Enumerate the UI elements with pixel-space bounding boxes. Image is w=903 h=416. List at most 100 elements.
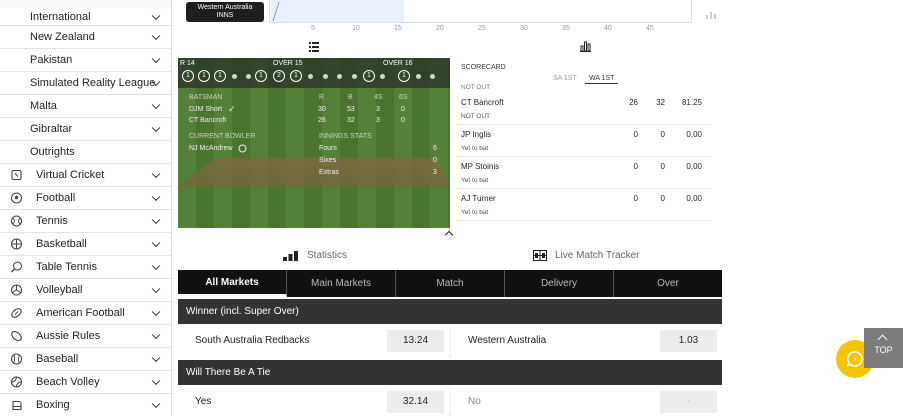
sidebar-item-label: Aussie Rules (36, 330, 101, 342)
live-match-tracker-link[interactable]: Live Match Tracker (533, 250, 639, 261)
innings-label: INNS (216, 12, 234, 19)
market-row-winner: South Australia Redbacks 13.24 Western A… (178, 325, 722, 357)
worm-tick: 20 (436, 25, 444, 32)
player-balls: 0 (660, 162, 665, 171)
baseball-icon (10, 353, 23, 365)
sidebar-item-table-tennis[interactable]: Table Tennis (0, 256, 171, 279)
innings-stat-label: Sixes (319, 157, 337, 164)
sidebar-item-american-football[interactable]: American Football (0, 302, 171, 325)
player-strike-rate: 0.00 (686, 130, 702, 139)
chevron-down-icon (151, 31, 161, 41)
page: International New Zealand Pakistan Simul… (0, 0, 903, 416)
tab-delivery[interactable]: Delivery (505, 270, 614, 297)
selection-yes[interactable]: Yes 32.14 (178, 386, 449, 416)
selection-south-australia[interactable]: South Australia Redbacks 13.24 (178, 325, 449, 357)
selection-western-australia[interactable]: Western Australia 1.03 (451, 325, 722, 357)
sidebar-item-football[interactable]: Football (0, 187, 171, 210)
worm-tick: 10 (352, 25, 360, 32)
dot-ball-marker (323, 74, 328, 79)
player-balls: 32 (656, 98, 665, 107)
batsman-name: DJM Short (189, 106, 223, 113)
tennis-icon (10, 215, 23, 227)
sidebar-item-tennis[interactable]: Tennis (0, 210, 171, 233)
chevron-down-icon (151, 261, 161, 271)
selection-no[interactable]: No - (451, 386, 722, 416)
sidebar-item-label: Outrights (30, 146, 75, 158)
innings-stat-value: 6 (433, 145, 437, 152)
chevron-down-icon (151, 100, 161, 110)
innings-stat-label: Fours (319, 145, 337, 152)
beach-volley-icon (10, 376, 23, 388)
sidebar-item-label: International (30, 10, 91, 23)
chat-bubble-icon (846, 351, 863, 367)
tab-sa-1st[interactable]: SA 1ST (553, 75, 577, 82)
chevron-down-icon (151, 399, 161, 409)
sidebar-item-aussie-rules[interactable]: Aussie Rules (0, 325, 171, 348)
odds-button[interactable]: 13.24 (387, 330, 444, 352)
sidebar-item-simulated-reality-league[interactable]: Simulated Reality League (0, 72, 171, 95)
list-icon[interactable] (309, 42, 319, 52)
odds-button[interactable]: 1.03 (660, 330, 717, 352)
bowling-ball-icon (238, 144, 247, 153)
virtual-cricket-icon (11, 169, 22, 181)
aussie-rules-icon (11, 331, 22, 341)
tab-over[interactable]: Over (614, 270, 722, 297)
sidebar-item-malta[interactable]: Malta (0, 95, 171, 118)
sidebar-item-new-zealand[interactable]: New Zealand (0, 26, 171, 49)
sidebar-item-volleyball[interactable]: Volleyball (0, 279, 171, 302)
sidebar-item-boxing[interactable]: Boxing (0, 394, 171, 416)
sidebar-item-pakistan[interactable]: Pakistan (0, 49, 171, 72)
market-tabs: All Markets Main Markets Match Delivery … (178, 270, 722, 297)
chevron-down-icon (151, 330, 161, 340)
sidebar-item-beach-volley[interactable]: Beach Volley (0, 371, 171, 394)
worm-chart-strip: Western Australia INNS 5 10 15 20 25 30 … (178, 0, 722, 36)
worm-tick: 5 (311, 25, 315, 32)
bar-chart-icon[interactable] (580, 41, 591, 52)
live-match-tracker-label: Live Match Tracker (555, 250, 640, 261)
sidebar-item-virtual-cricket[interactable]: Virtual Cricket (0, 164, 171, 187)
tab-all-markets[interactable]: All Markets (178, 270, 287, 297)
market-header-tie[interactable]: Will There Be A Tie (178, 360, 722, 385)
worm-tick: 25 (478, 25, 486, 32)
innings-stat-value: 3 (433, 169, 437, 176)
tab-wa-1st[interactable]: WA 1ST (585, 75, 619, 84)
chevron-down-icon (151, 307, 161, 317)
tab-main-markets[interactable]: Main Markets (287, 270, 396, 297)
sidebar-item-label: Volleyball (36, 284, 83, 296)
col-header-sixes: 6S (399, 94, 408, 101)
bar-chart-small-icon[interactable] (706, 11, 716, 19)
odds-button[interactable]: 32.14 (387, 391, 444, 413)
ball-marker: 2 (273, 70, 285, 82)
batsman-runs: 30 (318, 106, 326, 113)
chevron-down-icon (151, 376, 161, 386)
chevron-down-icon (151, 238, 161, 248)
batsman-header: BATSMAN (189, 94, 223, 101)
innings-stats-header: INNINGS STATS (319, 133, 372, 140)
ball-marker: 1 (398, 70, 410, 82)
col-header-balls: B (348, 94, 353, 101)
ball-marker: 1 (363, 70, 375, 82)
dot-ball-marker (352, 74, 357, 79)
scroll-to-top-button[interactable]: TOP (864, 328, 903, 368)
sidebar-item-label: Football (36, 192, 76, 204)
sidebar-item-basketball[interactable]: Basketball (0, 233, 171, 256)
sidebar-item-outrights[interactable]: Outrights (0, 141, 171, 164)
player-strike-rate: 0.00 (686, 194, 702, 203)
match-tracker-pitch: R 14 OVER 15 OVER 16 1 1 1 1 2 1 1 1 BAT… (178, 58, 450, 228)
scorecard-panel: SCORECARD SA 1ST WA 1ST NOT OUT CT Bancr… (457, 58, 712, 223)
worm-tick: 35 (562, 25, 570, 32)
market-header-winner[interactable]: Winner (incl. Super Over) (178, 299, 722, 324)
ball-marker: 1 (214, 70, 226, 82)
player-runs: 0 (633, 194, 638, 203)
pitch-tracker-icon (533, 250, 547, 261)
sidebar-item-baseball[interactable]: Baseball (0, 348, 171, 371)
collapse-tracker-chevron-up-icon[interactable] (444, 230, 454, 240)
volleyball-icon (10, 284, 23, 296)
statistics-bars-icon (283, 250, 298, 261)
sidebar-item-gibraltar[interactable]: Gibraltar (0, 118, 171, 141)
chevron-up-icon (877, 334, 888, 345)
sidebar-item-international[interactable]: International (0, 8, 171, 26)
statistics-link[interactable]: Statistics (283, 250, 347, 261)
player-status: NOT OUT (461, 113, 491, 120)
tab-match[interactable]: Match (396, 270, 505, 297)
